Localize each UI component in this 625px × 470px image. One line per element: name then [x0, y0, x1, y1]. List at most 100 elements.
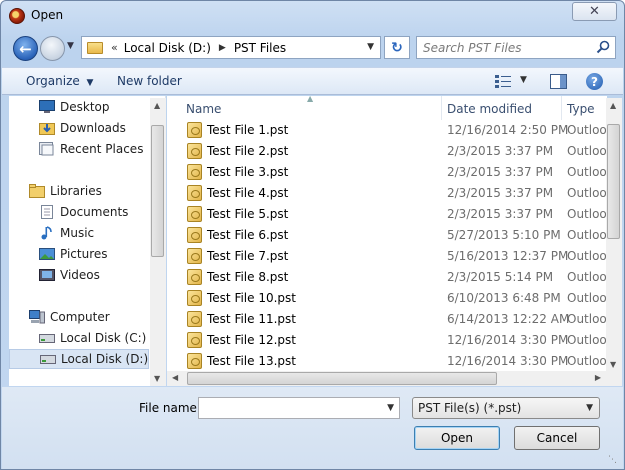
table-row[interactable]: Test File 6.pst 5/27/2013 5:10 PM Outloo — [167, 225, 607, 246]
scroll-down-icon[interactable]: ▼ — [610, 360, 616, 369]
scroll-left-icon[interactable]: ◀ — [172, 373, 178, 382]
table-row[interactable]: Test File 11.pst 6/14/2013 12:22 AM Outloo — [167, 309, 607, 330]
forward-button[interactable] — [40, 36, 65, 61]
nav-item-label: Downloads — [60, 121, 126, 135]
table-row[interactable]: Test File 10.pst 6/10/2013 6:48 PM Outloo — [167, 288, 607, 309]
pst-file-icon — [187, 332, 202, 348]
nav-item-computer[interactable]: Computer — [9, 307, 149, 327]
nav-item-local-disk-d[interactable]: Local Disk (D:) — [9, 349, 149, 369]
scrollbar-thumb[interactable] — [151, 125, 164, 257]
address-overflow[interactable]: « — [111, 41, 118, 54]
nav-item-downloads[interactable]: Downloads — [9, 118, 149, 138]
table-row[interactable]: Test File 7.pst 5/16/2013 12:37 PM Outloo — [167, 246, 607, 267]
column-header-date-modified[interactable]: Date modified — [442, 96, 562, 120]
nav-item-label: Libraries — [50, 184, 102, 198]
column-header-type[interactable]: Type — [562, 96, 607, 120]
scroll-up-icon[interactable]: ▲ — [154, 101, 160, 110]
file-date-modified: 2/3/2015 5:14 PM — [447, 270, 554, 284]
chevron-right-icon[interactable]: ▶ — [219, 43, 226, 53]
file-type-select[interactable]: PST File(s) (*.pst) ▼ — [412, 397, 600, 419]
nav-item-label: Local Disk (D:) — [61, 352, 149, 366]
table-row[interactable]: Test File 8.pst 2/3/2015 5:14 PM Outloo — [167, 267, 607, 288]
file-name: Test File 1.pst — [207, 123, 289, 137]
scroll-down-icon[interactable]: ▼ — [154, 374, 160, 383]
recent-pages-dropdown[interactable]: ▼ — [67, 41, 74, 51]
help-button[interactable]: ? — [586, 73, 603, 90]
nav-item-label: Videos — [60, 268, 100, 282]
nav-item-label: Documents — [60, 205, 129, 219]
preview-pane-icon[interactable] — [550, 74, 567, 89]
nav-item-local-disk-c[interactable]: Local Disk (C:) — [9, 328, 149, 348]
file-date-modified: 2/3/2015 3:37 PM — [447, 165, 554, 179]
file-name: Test File 13.pst — [207, 354, 296, 368]
search-icon[interactable] — [596, 40, 610, 54]
nav-item-pictures[interactable]: Pictures — [9, 244, 149, 264]
table-row[interactable]: Test File 13.pst 12/16/2014 3:30 PM Outloo — [167, 351, 607, 372]
nav-item-videos[interactable]: Videos — [9, 265, 149, 285]
file-type: Outloo — [567, 207, 607, 221]
breadcrumb-local-disk-d[interactable]: Local Disk (D:) — [124, 41, 211, 55]
arrow-left-icon: ← — [19, 39, 32, 58]
downloads-icon — [39, 123, 55, 135]
new-folder-button[interactable]: New folder — [117, 74, 182, 88]
chevron-down-icon: ▼ — [586, 403, 593, 413]
scrollbar-thumb[interactable] — [607, 124, 620, 239]
column-header-name[interactable]: ▲ Name — [167, 96, 442, 120]
pst-file-icon — [187, 311, 202, 327]
file-type: Outloo — [567, 270, 607, 284]
file-name: Test File 11.pst — [207, 312, 296, 326]
file-list: ▲ Name Date modified Type Test File 1.ps… — [167, 96, 607, 372]
navigation-scrollbar[interactable]: ▲ ▼ — [150, 98, 166, 386]
chevron-down-icon[interactable]: ▼ — [367, 42, 374, 52]
change-view-icon[interactable] — [495, 75, 511, 88]
file-type: Outloo — [567, 291, 607, 305]
cancel-button[interactable]: Cancel — [514, 426, 600, 450]
file-name-combobox[interactable]: ▼ — [198, 397, 400, 419]
file-name: Test File 5.pst — [207, 207, 289, 221]
table-row[interactable]: Test File 5.pst 2/3/2015 3:37 PM Outloo — [167, 204, 607, 225]
open-dialog: Open ✕ ← ▼ « Local Disk (D:) ▶ PST Files… — [0, 0, 625, 470]
open-button[interactable]: Open — [414, 426, 500, 450]
resize-grip-icon[interactable]: ⋱ — [608, 455, 618, 465]
table-row[interactable]: Test File 4.pst 2/3/2015 3:37 PM Outloo — [167, 183, 607, 204]
address-bar[interactable]: « Local Disk (D:) ▶ PST Files ▼ — [81, 36, 381, 59]
scroll-right-icon[interactable]: ▶ — [595, 373, 601, 382]
search-box[interactable] — [416, 36, 616, 59]
file-name: Test File 6.pst — [207, 228, 289, 242]
nav-item-label: Desktop — [60, 100, 110, 114]
search-input[interactable] — [417, 37, 587, 58]
table-row[interactable]: Test File 12.pst 12/16/2014 3:30 PM Outloo — [167, 330, 607, 351]
nav-item-documents[interactable]: Documents — [9, 202, 149, 222]
nav-item-desktop[interactable]: Desktop — [9, 97, 149, 117]
chevron-down-icon[interactable]: ▼ — [387, 403, 394, 413]
table-row[interactable]: Test File 1.pst 12/16/2014 2:50 PM Outloo — [167, 120, 607, 141]
pst-file-icon — [187, 248, 202, 264]
nav-item-music[interactable]: Music — [9, 223, 149, 243]
navigation-pane: Desktop Downloads Recent Places Librarie… — [9, 96, 166, 386]
nav-item-label: Music — [60, 226, 95, 240]
file-type: Outloo — [567, 333, 607, 347]
pst-file-icon — [187, 143, 202, 159]
table-row[interactable]: Test File 2.pst 2/3/2015 3:37 PM Outloo — [167, 141, 607, 162]
nav-item-recent-places[interactable]: Recent Places — [9, 139, 149, 159]
organize-button[interactable]: Organize ▼ — [26, 74, 93, 88]
scrollbar-thumb[interactable] — [187, 372, 497, 385]
file-type: Outloo — [567, 228, 607, 242]
table-row[interactable]: Test File 3.pst 2/3/2015 3:37 PM Outloo — [167, 162, 607, 183]
nav-item-label: Computer — [50, 310, 110, 324]
breadcrumb-pst-files[interactable]: PST Files — [234, 41, 286, 55]
file-list-horizontal-scrollbar[interactable]: ◀ ▶ — [167, 371, 606, 386]
refresh-button[interactable]: ↻ — [384, 36, 410, 59]
file-list-vertical-scrollbar[interactable]: ▲ ▼ — [606, 98, 622, 372]
scroll-up-icon[interactable]: ▲ — [610, 101, 616, 110]
nav-item-label: Recent Places — [60, 142, 144, 156]
pst-file-icon — [187, 206, 202, 222]
desktop-icon — [39, 100, 55, 113]
file-name-input[interactable] — [199, 398, 379, 418]
nav-item-libraries[interactable]: Libraries — [9, 181, 149, 201]
file-date-modified: 5/16/2013 12:37 PM — [447, 249, 569, 263]
close-button[interactable]: ✕ — [572, 2, 617, 21]
back-button[interactable]: ← — [13, 36, 38, 61]
view-options-dropdown[interactable]: ▼ — [520, 75, 527, 85]
chevron-down-icon: ▼ — [83, 78, 94, 88]
